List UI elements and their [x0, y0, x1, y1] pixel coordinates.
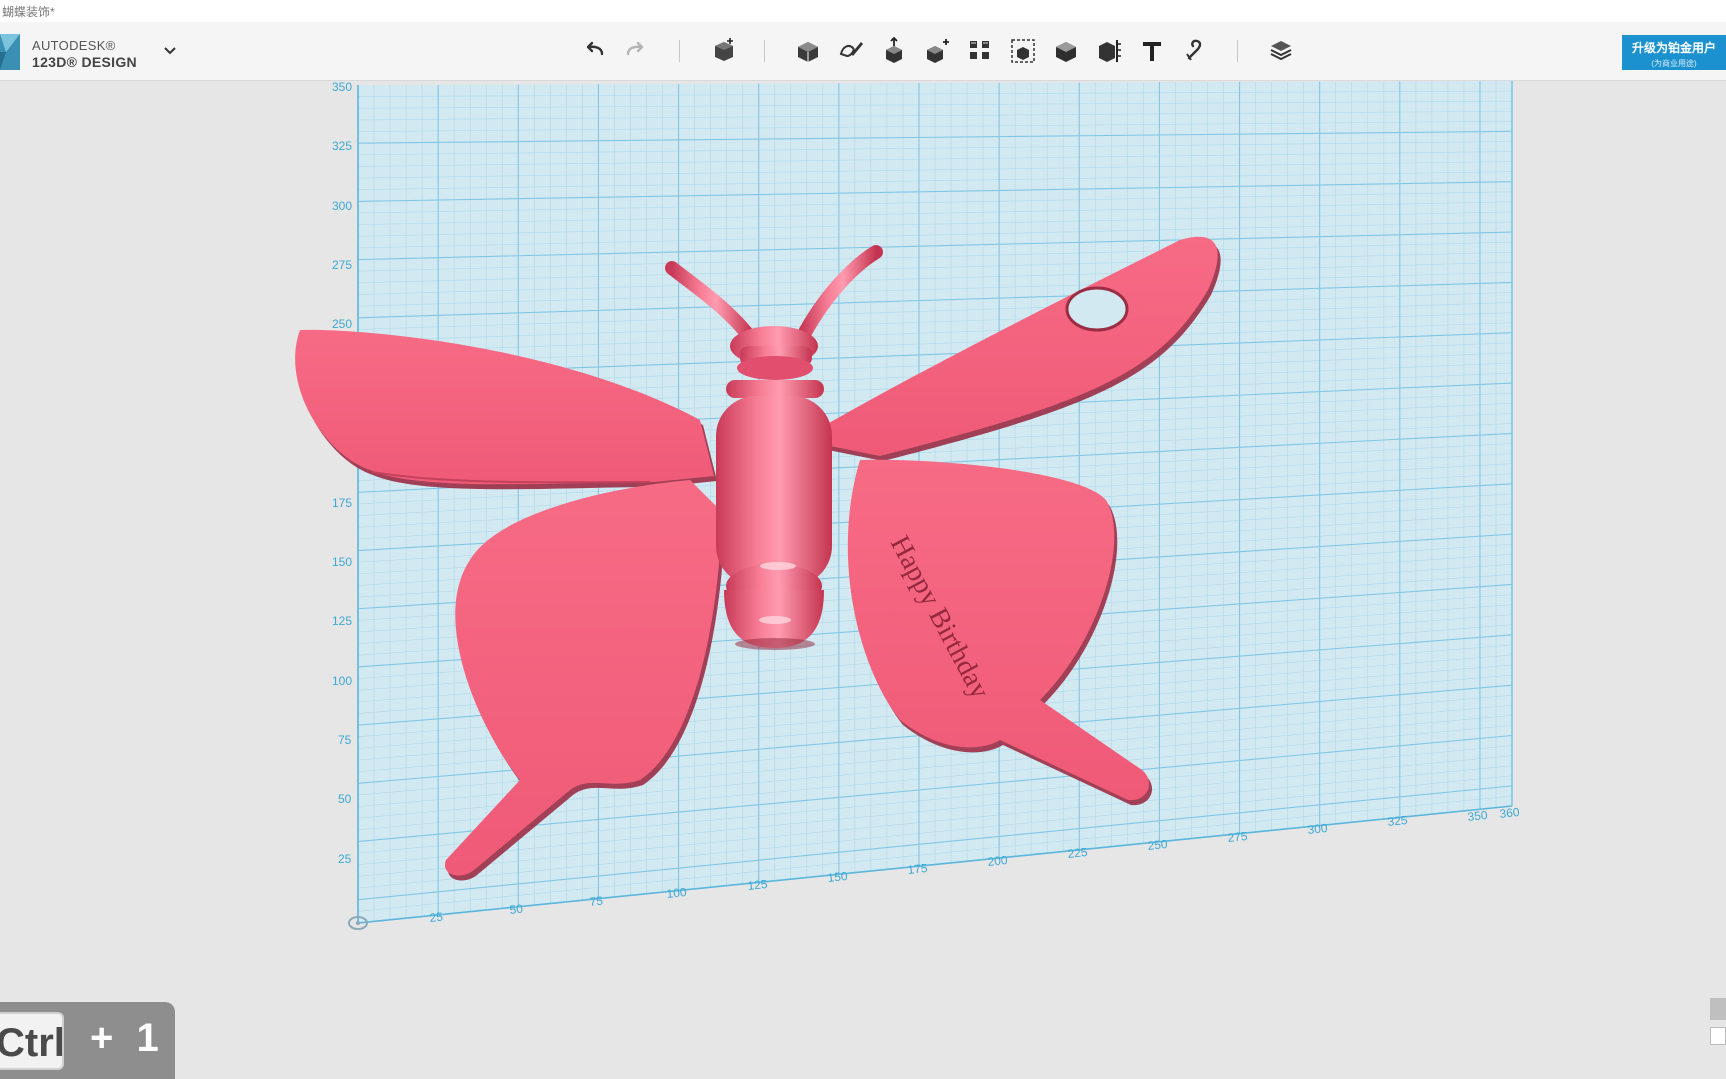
- x-tick-label: 275: [1227, 829, 1249, 845]
- x-tick-label: 200: [987, 853, 1009, 869]
- text-button[interactable]: [1138, 36, 1166, 66]
- x-tick-label: 100: [666, 885, 688, 901]
- toolbar-divider: [679, 40, 680, 62]
- snap-button[interactable]: [1181, 36, 1209, 66]
- transform-icon: [715, 38, 733, 61]
- redo-button[interactable]: [622, 36, 650, 66]
- y-tick-label: 175: [332, 496, 352, 510]
- y-tick-label: 300: [332, 199, 352, 213]
- sketch-icon: [839, 42, 863, 58]
- hanging-hole: [1065, 286, 1129, 332]
- x-tick-label: 350: [1467, 808, 1489, 824]
- 3d-viewport[interactable]: 350 325 300 275 250 175 150 125 100 75 5…: [0, 81, 1726, 1079]
- ctrl-key: Ctrl: [0, 1012, 65, 1070]
- y-tick-label: 325: [332, 139, 352, 153]
- y-tick-label: 100: [332, 674, 352, 688]
- keyboard-shortcut-overlay: Ctrl + 1: [0, 1002, 175, 1079]
- title-bar: 蝴蝶装饰*: [0, 0, 1726, 23]
- pattern-icon: [970, 41, 989, 59]
- pattern-button[interactable]: [966, 36, 994, 66]
- construct-icon: [886, 36, 902, 63]
- sketch-button[interactable]: [837, 36, 865, 66]
- toolbar-divider: [764, 40, 765, 62]
- axis-labels: 350 325 300 275 250 175 150 125 100 75 5…: [332, 81, 352, 866]
- transform-button[interactable]: [710, 36, 738, 66]
- brand-line-1: AUTODESK®: [32, 38, 116, 53]
- y-tick-label: 50: [338, 792, 352, 806]
- x-tick-label: 125: [747, 877, 769, 893]
- x-tick-label: 325: [1387, 813, 1409, 829]
- x-tick-label: 25: [429, 910, 444, 925]
- chevron-down-icon[interactable]: [163, 46, 177, 56]
- x-tick-label: 75: [589, 894, 604, 909]
- upgrade-label: 升级为铂金用户: [1631, 41, 1716, 55]
- brand-line-2: 123D® DESIGN: [32, 54, 137, 70]
- modify-button[interactable]: [923, 36, 951, 66]
- shortcut-combo: + 1: [90, 1016, 165, 1060]
- x-tick-label: 300: [1307, 821, 1329, 837]
- app-logo-icon[interactable]: [0, 30, 22, 74]
- grouping-icon: [1011, 39, 1035, 63]
- primitives-icon: [798, 42, 818, 62]
- combine-button[interactable]: [1052, 36, 1080, 66]
- toolbar-divider: [1237, 40, 1238, 62]
- y-tick-label: 125: [332, 614, 352, 628]
- upgrade-button[interactable]: 升级为铂金用户 (为商业用途): [1622, 35, 1726, 70]
- primitives-button[interactable]: [794, 36, 822, 66]
- snap-icon: [1186, 39, 1202, 61]
- x-tick-label: 225: [1067, 845, 1089, 861]
- app-brand: AUTODESK® 123D® DESIGN: [32, 38, 137, 70]
- materials-button[interactable]: [1267, 36, 1295, 66]
- x-tick-label: 175: [907, 861, 929, 877]
- view-cube-icon[interactable]: [1710, 998, 1726, 1020]
- window-title: 蝴蝶装饰*: [2, 5, 55, 19]
- grouping-button[interactable]: [1009, 36, 1037, 66]
- y-tick-label: 25: [338, 852, 352, 866]
- modify-icon: [927, 39, 949, 63]
- measure-button[interactable]: [1095, 36, 1123, 66]
- y-tick-label: 250: [332, 317, 352, 331]
- measure-icon: [1099, 40, 1121, 62]
- combine-icon: [1056, 42, 1076, 62]
- y-tick-label: 75: [338, 733, 352, 747]
- undo-icon: [586, 41, 604, 56]
- y-tick-label: 350: [332, 81, 352, 94]
- x-tick-label: 360: [1499, 805, 1521, 821]
- y-tick-label: 150: [332, 555, 352, 569]
- x-tick-label: 50: [509, 902, 524, 917]
- undo-button[interactable]: [580, 36, 608, 66]
- x-tick-label: 250: [1147, 837, 1169, 853]
- navigation-icon[interactable]: [1710, 1027, 1726, 1045]
- redo-icon: [626, 41, 644, 56]
- y-tick-label: 275: [332, 258, 352, 272]
- construct-button[interactable]: [880, 36, 908, 66]
- x-tick-label: 150: [827, 869, 849, 885]
- materials-icon: [1270, 41, 1292, 61]
- upgrade-sublabel: (为商业用途): [1651, 59, 1697, 68]
- text-icon: [1143, 42, 1161, 61]
